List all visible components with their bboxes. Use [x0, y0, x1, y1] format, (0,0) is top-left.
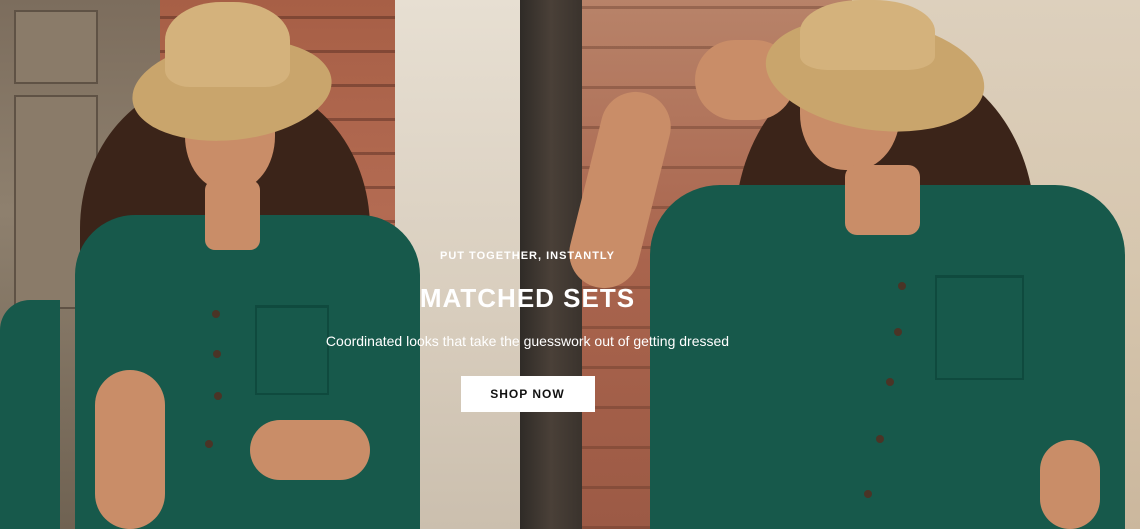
hero-content: PUT TOGETHER, INSTANTLY MATCHED SETS Coo… [290, 246, 765, 412]
hero-subtext: Coordinated looks that take the guesswor… [325, 333, 730, 349]
hero-headline: MATCHED SETS [419, 283, 636, 313]
hero-eyebrow: PUT TOGETHER, INSTANTLY [440, 250, 615, 262]
shop-now-button[interactable]: SHOP NOW [460, 376, 595, 412]
hero-banner: PUT TOGETHER, INSTANTLY MATCHED SETS Coo… [0, 0, 1140, 529]
